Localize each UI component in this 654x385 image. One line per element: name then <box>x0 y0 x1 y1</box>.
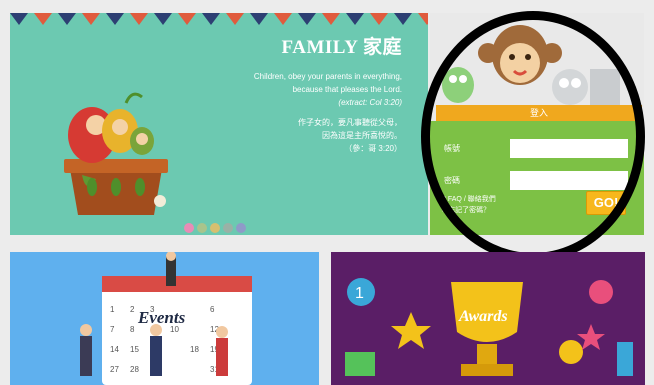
contact-link[interactable]: 聯絡我們 <box>468 196 496 203</box>
bunting-flag <box>394 13 412 25</box>
bunting-flag <box>58 13 76 25</box>
go-button[interactable]: GO! <box>586 191 626 215</box>
password-label: 密碼 <box>444 176 460 185</box>
account-input[interactable] <box>510 139 628 158</box>
bunting-flag <box>82 13 100 25</box>
forgot-password-link[interactable]: 忘記了密碼？ <box>448 207 490 214</box>
account-label: 帳號 <box>444 144 460 153</box>
quote-zh-line-1: 作子女的，要凡事聽從父母， <box>298 118 402 127</box>
svg-text:27: 27 <box>110 365 119 374</box>
bunting-flag <box>346 13 364 25</box>
awards-card[interactable]: 1 Awards <box>331 252 645 385</box>
bunting-flag <box>202 13 220 25</box>
events-card[interactable]: 1236 781012 14151819 27282931 Events <box>10 252 319 385</box>
bunting-flag <box>274 13 292 25</box>
faq-link[interactable]: FAQ <box>448 196 462 203</box>
banner-quote-zh: 作子女的，要凡事聽從父母， 因為這是主所喜悅的。 （參：哥 3:20） <box>212 116 402 155</box>
banner-title: FAMILY 家庭 <box>281 37 402 58</box>
bunting-flag <box>418 13 428 25</box>
svg-text:8: 8 <box>130 325 135 334</box>
svg-text:14: 14 <box>110 345 119 354</box>
login-form: 帳號 密碼 <box>430 121 644 235</box>
bunting-flag <box>250 13 268 25</box>
banner-quote-en: Children, obey your parents in everythin… <box>212 70 402 109</box>
bunting-flag <box>154 13 172 25</box>
quote-en-line-2: because that pleases the Lord. <box>292 85 402 94</box>
bunting-flag <box>10 13 28 25</box>
svg-text:28: 28 <box>130 365 139 374</box>
login-panel: 登入 帳號 密碼 ? FAQ / 聯絡我們 ■ 忘記了密碼？ GO! <box>430 13 644 235</box>
awards-title: Awards <box>459 308 508 325</box>
quote-en-line-1: Children, obey your parents in everythin… <box>253 72 402 81</box>
slide-dot[interactable] <box>210 223 220 233</box>
quote-zh-reference: （參：哥 3:20） <box>344 144 402 153</box>
bunting-flag <box>106 13 124 25</box>
flowerpot-illustration <box>64 92 168 215</box>
svg-text:15: 15 <box>130 345 139 354</box>
quote-zh-line-2: 因為這是主所喜悅的。 <box>322 131 402 140</box>
slide-dot[interactable] <box>223 223 233 233</box>
login-header: 登入 <box>436 105 642 121</box>
password-input[interactable] <box>510 171 628 190</box>
svg-text:18: 18 <box>190 345 199 354</box>
slide-dot[interactable] <box>184 223 194 233</box>
svg-text:6: 6 <box>210 305 215 314</box>
login-links: ? FAQ / 聯絡我們 ■ 忘記了密碼？ <box>442 196 496 214</box>
slide-dot[interactable] <box>236 223 246 233</box>
quote-en-reference: (extract: Col 3:20) <box>338 98 402 107</box>
bunting-flag <box>34 13 52 25</box>
svg-text:2: 2 <box>130 305 135 314</box>
family-banner[interactable]: FAMILY 家庭 Children, obey your parents in… <box>10 13 428 235</box>
slide-indicator <box>184 223 246 233</box>
bunting-flag <box>298 13 316 25</box>
bunting-flag <box>178 13 196 25</box>
bunting-flag <box>370 13 388 25</box>
slide-dot[interactable] <box>197 223 207 233</box>
bunting-flag <box>130 13 148 25</box>
lock-icon: ■ <box>442 207 447 214</box>
svg-text:1: 1 <box>355 285 364 302</box>
bunting-flag <box>322 13 340 25</box>
svg-text:7: 7 <box>110 325 115 334</box>
mascot-illustration <box>442 25 620 105</box>
svg-text:1: 1 <box>110 305 115 314</box>
events-title: Events <box>138 308 186 327</box>
bunting-flag <box>226 13 244 25</box>
help-icon: ? <box>442 196 446 203</box>
bunting-flags <box>10 13 428 25</box>
